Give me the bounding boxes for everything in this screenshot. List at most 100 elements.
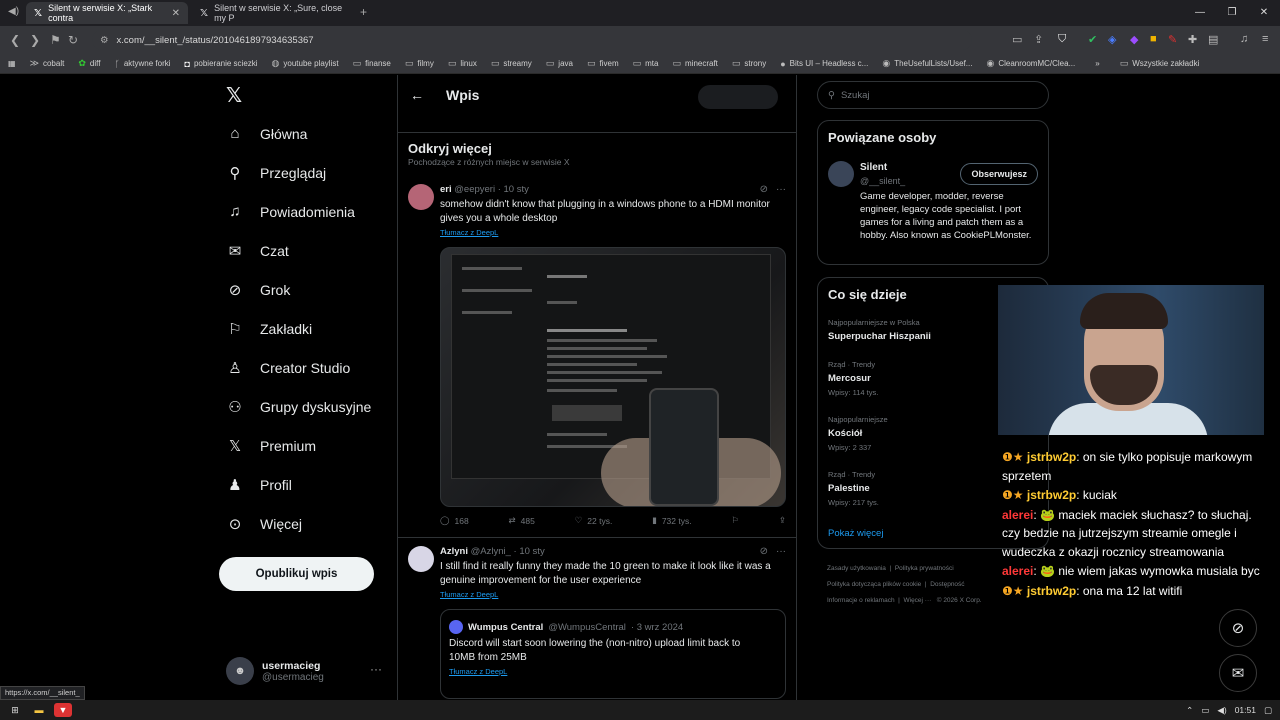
tweet-time[interactable]: · 10 sty bbox=[498, 184, 529, 195]
back-arrow-icon[interactable]: ← bbox=[410, 87, 424, 103]
quoted-tweet[interactable]: Wumpus Central @WumpusCentral · 3 wrz 20… bbox=[440, 609, 786, 699]
trend-item[interactable]: Najpopularniejsze w Polska Superpuchar H… bbox=[828, 318, 931, 342]
notifications-icon[interactable]: ▢ bbox=[1264, 705, 1272, 716]
repost-button[interactable]: ⇄ 485 bbox=[509, 515, 535, 526]
chevron-up-icon[interactable]: ⌃ bbox=[1186, 705, 1193, 716]
share-button[interactable]: ⇪ bbox=[779, 515, 786, 526]
avatar[interactable] bbox=[828, 161, 854, 187]
back-icon[interactable]: ❮ bbox=[10, 33, 20, 47]
bookmarks-overflow[interactable]: » bbox=[1095, 59, 1099, 68]
grok-icon[interactable]: ⊘ bbox=[760, 546, 768, 557]
shield-icon[interactable]: ⛉ bbox=[1058, 33, 1066, 46]
bookmark-folder[interactable]: ▭ strony bbox=[732, 58, 766, 69]
reply-button[interactable]: ◯ 168 bbox=[440, 515, 469, 526]
forward-icon[interactable]: ❯ bbox=[30, 33, 40, 47]
nav-explore[interactable]: ⚲ Przeglądaj bbox=[226, 164, 327, 182]
nav-grok[interactable]: ⊘ Grok bbox=[226, 281, 291, 299]
bookmark-folder[interactable]: ▭ fivem bbox=[587, 58, 619, 69]
folder-icon[interactable]: ▬ bbox=[32, 703, 46, 717]
bookmark-folder[interactable]: ▭ minecraft bbox=[672, 58, 717, 69]
tab-active[interactable]: 𝕏 Silent w serwisie X: „Stark contra ✕ bbox=[26, 2, 188, 24]
messages-fab-icon[interactable]: ✉ bbox=[1219, 654, 1257, 692]
footer-link[interactable]: Polityka prywatności bbox=[895, 565, 954, 572]
all-bookmarks[interactable]: ▭ Wszystkie zakładki bbox=[1120, 58, 1200, 69]
windows-start-icon[interactable]: ⊞ bbox=[8, 703, 22, 717]
search-input[interactable]: ⚲ Szukaj bbox=[817, 81, 1049, 109]
nav-premium[interactable]: 𝕏 Premium bbox=[226, 437, 316, 455]
close-icon[interactable]: ✕ bbox=[172, 8, 180, 19]
post-button[interactable]: Opublikuj wpis bbox=[219, 557, 374, 591]
trend-item[interactable]: Najpopularniejsze Kościół Wpisy: 2 337 bbox=[828, 415, 888, 452]
nav-communities[interactable]: ⚇ Grupy dyskusyjne bbox=[226, 398, 371, 416]
author-handle[interactable]: @eepyeri bbox=[454, 184, 495, 195]
translate-link[interactable]: Tłumacz z DeepL bbox=[440, 228, 498, 237]
bookmark-folder[interactable]: ▭ mta bbox=[633, 58, 659, 69]
tweet-time[interactable]: · 10 sty bbox=[514, 546, 545, 557]
extension-icon[interactable]: ◆ bbox=[1130, 33, 1138, 46]
cast-icon[interactable]: ▭ bbox=[1012, 33, 1022, 46]
extension-icon[interactable]: ✎ bbox=[1168, 33, 1177, 46]
nav-bookmarks[interactable]: ⚐ Zakładki bbox=[226, 320, 312, 338]
more-icon[interactable]: ··· bbox=[370, 662, 382, 676]
more-icon[interactable]: ··· bbox=[776, 184, 786, 195]
bookmark-item[interactable]: ◉ CleanroomMC/Clea... bbox=[986, 58, 1075, 69]
media-icon[interactable]: ♫ bbox=[1240, 33, 1248, 45]
trend-item[interactable]: Rząd · Trendy Palestine Wpisy: 217 tys. bbox=[828, 470, 879, 507]
tweet[interactable]: Azlyni @Azlyni_ · 10 sty ⊘ ··· I still f… bbox=[408, 546, 788, 700]
footer-link[interactable]: Dostępność bbox=[930, 581, 964, 588]
author-name[interactable]: eri bbox=[440, 184, 452, 195]
bookmark-button[interactable]: ⚐ bbox=[731, 515, 739, 526]
extension-icon[interactable]: ■ bbox=[1150, 33, 1157, 45]
views-button[interactable]: ▮ 732 tys. bbox=[652, 515, 691, 526]
share-icon[interactable]: ⇪ bbox=[1034, 33, 1043, 46]
translate-link[interactable]: Tłumacz z DeepL bbox=[440, 590, 498, 599]
sidebar-icon[interactable]: ▤ bbox=[1208, 33, 1218, 46]
footer-link[interactable]: Informacje o reklamach bbox=[827, 597, 895, 604]
new-tab-icon[interactable]: + bbox=[360, 5, 367, 19]
related-name[interactable]: Silent bbox=[860, 162, 887, 173]
apps-grid-icon[interactable]: ▦ bbox=[8, 59, 16, 68]
minimize-icon[interactable]: — bbox=[1184, 0, 1216, 26]
brave-browser-icon[interactable]: ▼ bbox=[54, 703, 72, 717]
bookmark-folder[interactable]: ▭ finanse bbox=[353, 58, 391, 69]
nav-notifications[interactable]: ♫ Powiadomienia bbox=[226, 203, 355, 220]
more-icon[interactable]: ··· bbox=[776, 546, 786, 557]
menu-icon[interactable]: ≡ bbox=[1262, 33, 1268, 45]
extension-icon[interactable]: ◈ bbox=[1108, 33, 1116, 46]
check-extension-icon[interactable]: ✔ bbox=[1088, 33, 1097, 46]
nav-more[interactable]: ⊙ Więcej bbox=[226, 515, 302, 533]
nav-profile[interactable]: ♟ Profil bbox=[226, 476, 292, 494]
audio-icon[interactable]: ◀) bbox=[8, 6, 19, 17]
author-handle[interactable]: @Azlyni_ bbox=[471, 546, 511, 557]
related-handle[interactable]: @__silent_ bbox=[860, 176, 905, 186]
avatar[interactable] bbox=[408, 184, 434, 210]
clock[interactable]: 01:51 bbox=[1235, 705, 1256, 715]
account-switcher[interactable]: ☻ usermacieg @usermacieg bbox=[226, 657, 324, 685]
x-logo-icon[interactable]: 𝕏 bbox=[226, 83, 242, 108]
show-more-link[interactable]: Pokaż więcej bbox=[828, 528, 883, 539]
tab-second[interactable]: 𝕏 Silent w serwisie X: „Sure, close my P bbox=[192, 2, 362, 24]
bookmark-item[interactable]: ✿ diff bbox=[78, 58, 100, 69]
site-info-icon[interactable]: ⚙ bbox=[100, 35, 109, 46]
bookmark-item[interactable]: ᚴ aktywne forki bbox=[114, 59, 170, 69]
volume-icon[interactable]: ◀) bbox=[1217, 705, 1226, 716]
footer-link[interactable]: Więcej ··· bbox=[903, 597, 931, 604]
extensions-puzzle-icon[interactable]: ✚ bbox=[1188, 33, 1197, 46]
bookmark-item[interactable]: ◘ pobieranie sciezki bbox=[185, 59, 258, 69]
grok-icon[interactable]: ⊘ bbox=[760, 184, 768, 195]
footer-link[interactable]: Zasady użytkowania bbox=[827, 565, 886, 572]
nav-home[interactable]: ⌂ Główna bbox=[226, 125, 307, 142]
footer-link[interactable]: Polityka dotycząca plików cookie bbox=[827, 581, 921, 588]
bookmark-folder[interactable]: ▭ streamy bbox=[491, 58, 532, 69]
bookmark-item[interactable]: ◉ TheUsefulLists/Usef... bbox=[882, 58, 972, 69]
grok-fab-icon[interactable]: ⊘ bbox=[1219, 609, 1257, 647]
tweet-media-image[interactable] bbox=[440, 247, 786, 507]
bookmark-item[interactable]: ● Bits UI – Headless c... bbox=[780, 59, 868, 69]
reload-icon[interactable]: ↻ bbox=[68, 33, 78, 47]
following-button[interactable]: Obserwujesz bbox=[960, 163, 1038, 185]
like-button[interactable]: ♡ 22 tys. bbox=[575, 515, 613, 526]
nav-creator-studio[interactable]: ♙ Creator Studio bbox=[226, 359, 350, 377]
bookmark-folder[interactable]: ▭ java bbox=[546, 58, 573, 69]
blurred-button[interactable] bbox=[698, 85, 778, 109]
tweet[interactable]: eri @eepyeri · 10 sty ⊘ ··· somehow didn… bbox=[408, 184, 788, 529]
